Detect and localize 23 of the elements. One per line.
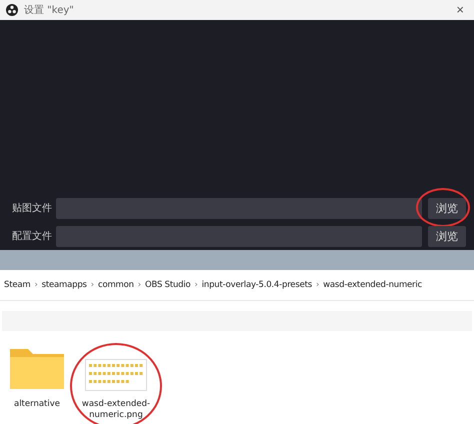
file-name[interactable]: wasd-extended-numeric.png — [77, 399, 155, 421]
breadcrumb-separator: › — [138, 280, 141, 290]
close-button[interactable]: × — [452, 2, 468, 18]
field-label: 贴图文件 — [11, 202, 52, 216]
breadcrumb-item[interactable]: common — [98, 280, 134, 290]
input-field[interactable] — [56, 226, 422, 247]
breadcrumb-item[interactable]: steamapps — [42, 280, 87, 290]
field-label: 配置文件 — [11, 230, 52, 244]
breadcrumb-item[interactable]: OBS Studio — [145, 280, 191, 290]
file-name[interactable]: alternative — [0, 399, 76, 410]
window-title: 设置 "key" — [24, 4, 74, 17]
input-field[interactable] — [56, 198, 422, 219]
breadcrumb-separator: › — [90, 280, 94, 290]
image-thumbnail-icon[interactable] — [85, 359, 147, 391]
breadcrumb-separator: › — [194, 280, 198, 290]
breadcrumb-item[interactable]: input-overlay-5.0.4-presets — [202, 280, 312, 290]
breadcrumb-separator: › — [316, 280, 320, 290]
browse-button[interactable]: 浏览 — [428, 198, 466, 220]
app-logo-icon — [6, 4, 18, 16]
browse-button[interactable]: 浏览 — [428, 226, 466, 248]
breadcrumb-item[interactable]: Steam — [4, 280, 30, 290]
breadcrumb-separator: › — [34, 280, 38, 290]
breadcrumb-item[interactable]: wasd-extended-numeric — [323, 280, 422, 290]
